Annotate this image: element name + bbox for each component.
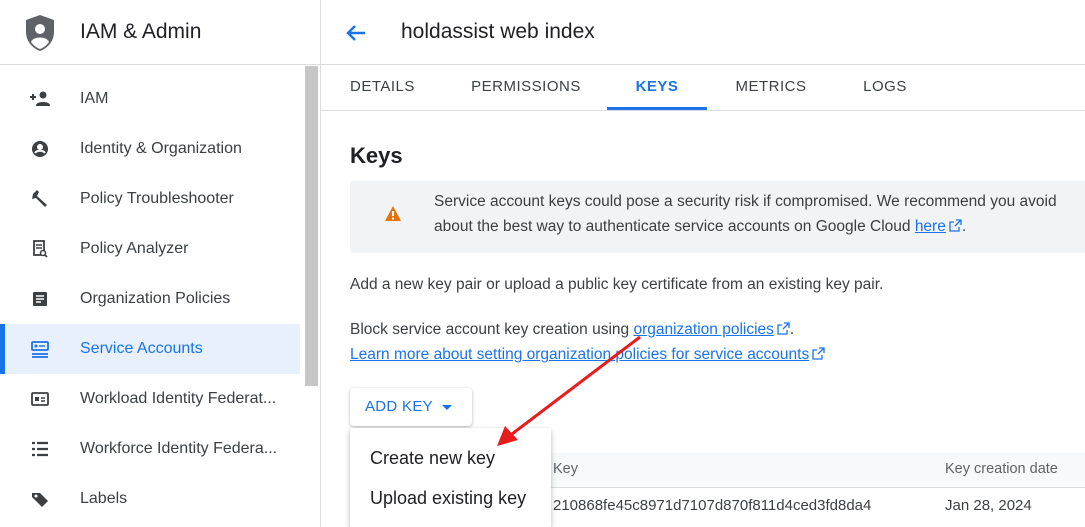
learn-more-link[interactable]: Learn more about setting organization po… [350,346,809,363]
menu-item-create-new-key[interactable]: Create new key [350,438,551,478]
sidebar-item-workload-identity-federation[interactable]: Workload Identity Federat... [0,374,300,424]
sidebar-title: IAM & Admin [80,20,202,43]
sidebar-header: IAM & Admin [0,0,320,65]
sidebar-item-label: Policy Troubleshooter [80,190,234,207]
menu-item-upload-existing-key[interactable]: Upload existing key [350,478,551,518]
organization-policies-link[interactable]: organization policies [633,321,773,338]
key-id-cell: 210868fe45c8971d7107d870f811d4ced3fd8da4 [553,497,872,514]
external-link-icon [812,347,825,360]
add-key-label: ADD KEY [365,398,433,415]
id-card-icon [30,389,50,409]
sidebar-item-organization-policies[interactable]: Organization Policies [0,274,300,324]
sidebar-item-label: Policy Analyzer [80,240,189,257]
sidebar-item-service-accounts[interactable]: Service Accounts [0,324,300,374]
tab-keys[interactable]: KEYS [607,65,707,110]
sidebar-item-label: IAM [80,90,109,107]
column-header-key[interactable]: Key [553,461,578,477]
column-header-creation-date[interactable]: Key creation date [945,461,1058,477]
sidebar-item-label: Service Accounts [80,340,203,357]
key-description: Add a new key pair or upload a public ke… [350,276,884,293]
sidebar-item-policy-analyzer[interactable]: Policy Analyzer [0,224,300,274]
keys-table: Key Key creation date 210868fe45c8971d71… [541,453,1085,527]
sidebar-item-label: Identity & Organization [80,140,242,157]
sidebar-item-iam[interactable]: IAM [0,74,300,124]
tab-details[interactable]: DETAILS [350,65,414,110]
learn-more-line: Learn more about setting organization po… [350,346,825,364]
warning-here-link[interactable]: here [915,218,946,235]
warning-text-line2: about the best way to authenticate servi… [434,218,967,235]
page-header: holdassist web index [321,0,1085,65]
sidebar-item-policy-troubleshooter[interactable]: Policy Troubleshooter [0,174,300,224]
main-content: holdassist web index DETAILS PERMISSIONS… [321,0,1085,527]
sidebar-item-workforce-identity-federation[interactable]: Workforce Identity Federa... [0,424,300,474]
service-account-icon [30,339,50,359]
block-key-text: Block service account key creation using [350,321,630,338]
sidebar-item-label: Labels [80,490,128,507]
key-date-cell: Jan 28, 2024 [945,497,1032,514]
warning-text-part: about the best way to authenticate servi… [434,218,911,235]
sidebar: IAM & Admin IAM Identity & Organization … [0,0,321,527]
tab-permissions[interactable]: PERMISSIONS [471,65,581,110]
add-person-icon [30,89,50,109]
sidebar-item-label: Workforce Identity Federa... [80,440,278,457]
wrench-icon [30,189,50,209]
list-icon [30,439,50,459]
table-header: Key Key creation date [541,453,1085,488]
security-warning-banner: Service account keys could pose a securi… [350,181,1085,253]
sidebar-item-label: Organization Policies [80,290,231,307]
section-heading: Keys [350,143,403,168]
warning-icon [385,206,401,221]
tab-bar: DETAILS PERMISSIONS KEYS METRICS LOGS [321,65,1085,111]
back-arrow-icon[interactable] [343,20,369,46]
warning-text: Service account keys could pose a securi… [434,193,1057,210]
account-circle-icon [30,139,50,159]
sidebar-item-label: Workload Identity Federat... [80,390,277,407]
sidebar-item-labels[interactable]: Labels [0,474,300,524]
sidebar-scrollbar[interactable] [305,66,318,386]
block-key-creation-text: Block service account key creation using… [350,321,795,338]
page-title: holdassist web index [401,20,595,43]
article-icon [30,289,50,309]
label-icon [30,489,50,509]
document-search-icon [30,239,50,259]
shield-logo-icon [26,15,54,51]
add-key-button[interactable]: ADD KEY [350,388,472,426]
add-key-menu: Create new key Upload existing key [350,428,551,527]
external-link-icon [949,219,962,232]
sidebar-nav: IAM Identity & Organization Policy Troub… [0,74,300,524]
tab-metrics[interactable]: METRICS [735,65,807,110]
sidebar-item-identity-organization[interactable]: Identity & Organization [0,124,300,174]
external-link-icon [777,322,790,335]
tab-logs[interactable]: LOGS [863,65,907,110]
dropdown-caret-icon [442,405,452,410]
